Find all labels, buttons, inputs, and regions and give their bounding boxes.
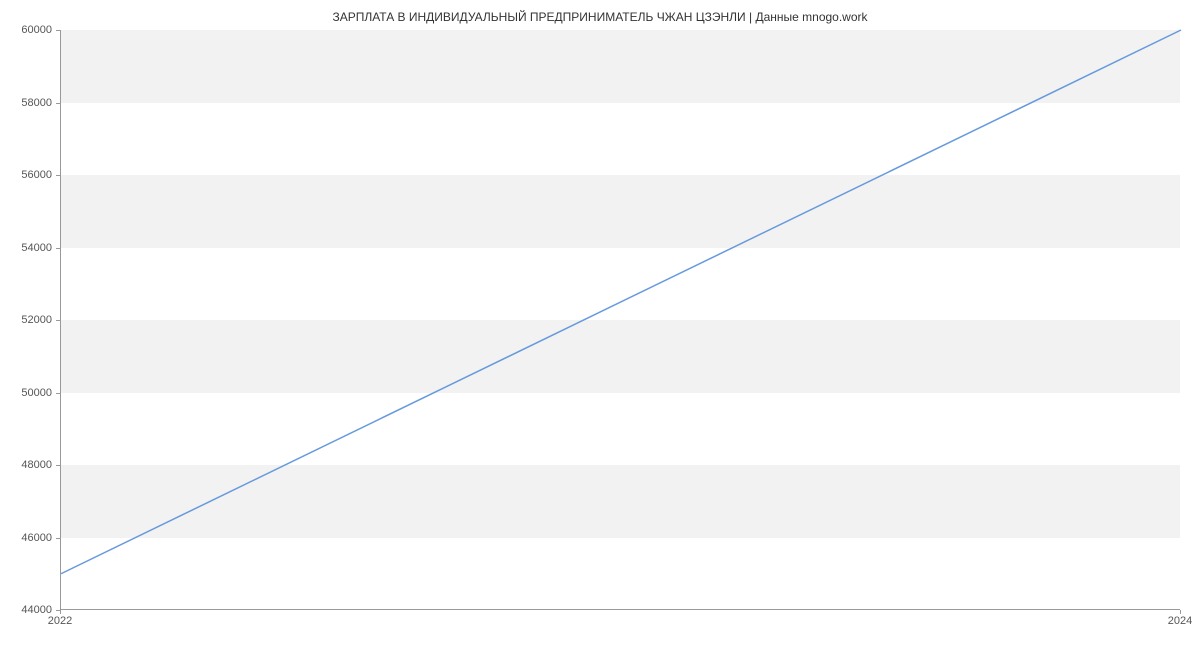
plot-svg <box>61 30 1180 609</box>
x-tick-label: 2022 <box>48 615 72 627</box>
y-tick-mark <box>56 538 60 539</box>
y-tick-mark <box>56 465 60 466</box>
y-tick-mark <box>56 175 60 176</box>
y-tick-label: 60000 <box>2 24 52 36</box>
y-tick-label: 46000 <box>2 532 52 544</box>
x-tick-label: 2024 <box>1168 615 1192 627</box>
y-tick-label: 58000 <box>2 97 52 109</box>
plot-area <box>60 30 1180 610</box>
chart-title: ЗАРПЛАТА В ИНДИВИДУАЛЬНЫЙ ПРЕДПРИНИМАТЕЛ… <box>0 10 1200 24</box>
y-tick-mark <box>56 320 60 321</box>
x-tick-mark <box>1180 610 1181 614</box>
y-tick-mark <box>56 248 60 249</box>
x-tick-mark <box>60 610 61 614</box>
y-tick-label: 52000 <box>2 314 52 326</box>
data-line <box>61 30 1181 574</box>
y-tick-label: 48000 <box>2 459 52 471</box>
y-tick-label: 44000 <box>2 604 52 616</box>
y-tick-label: 50000 <box>2 387 52 399</box>
y-tick-label: 54000 <box>2 242 52 254</box>
y-tick-mark <box>56 30 60 31</box>
y-tick-mark <box>56 103 60 104</box>
y-tick-mark <box>56 393 60 394</box>
y-tick-label: 56000 <box>2 169 52 181</box>
